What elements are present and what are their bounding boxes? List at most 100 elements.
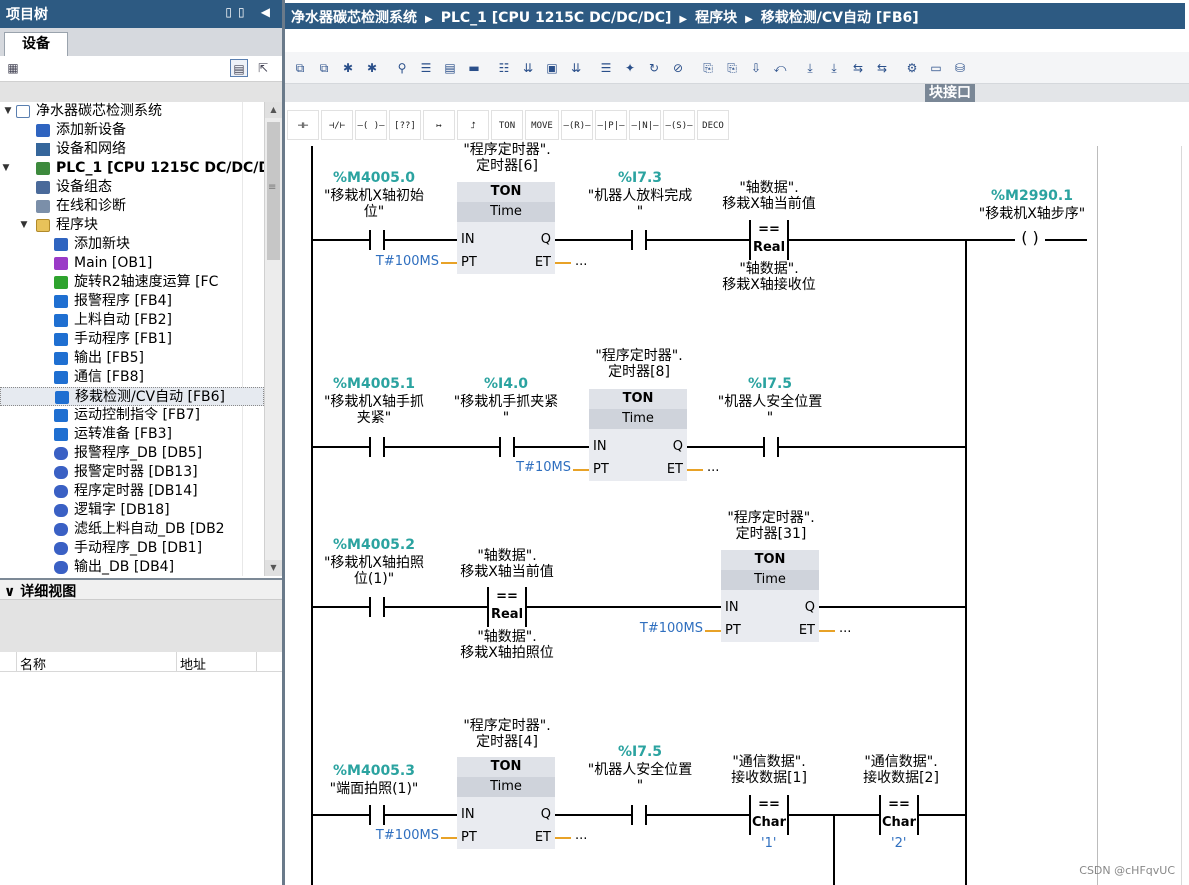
toolbar-icon[interactable]: ✦	[621, 59, 639, 77]
n2-contact2-left-plate[interactable]	[499, 437, 501, 457]
tree-expand-icon[interactable]: ▼	[18, 216, 30, 235]
column-address[interactable]: 地址	[180, 654, 206, 673]
n4-compare1-value[interactable]: '1'	[761, 836, 776, 851]
tree-item[interactable]: ▼ 净水器碳芯检测系统	[0, 102, 264, 121]
toolbar-icon[interactable]: ☷	[495, 59, 513, 77]
toolbar-icon[interactable]: ⚲	[393, 59, 411, 77]
n4-compare1-char[interactable]: == Char	[749, 795, 789, 835]
detail-view-toggle-icon[interactable]: ∨	[4, 584, 15, 600]
toolbar-icon[interactable]: ✱	[339, 59, 357, 77]
toolbar-icon[interactable]: ⎘	[699, 59, 717, 77]
tree-item[interactable]: 通信 [FB8]	[0, 368, 264, 387]
n2-contact3-left-plate[interactable]	[763, 437, 765, 457]
tree-item[interactable]: 报警定时器 [DB13]	[0, 463, 264, 482]
toolbar-icon[interactable]: ↻	[645, 59, 663, 77]
toolbar-icon[interactable]: ⧉	[315, 59, 333, 77]
tree-item[interactable]: 运转准备 [FB3]	[0, 425, 264, 444]
tree-item[interactable]: 输出_DB [DB4]	[0, 558, 264, 576]
panel-collapse-icon[interactable]: ▯▯ ◀	[225, 5, 276, 19]
toolbar-icon[interactable]: ⛁	[951, 59, 969, 77]
column-name[interactable]: 名称	[20, 654, 46, 673]
tab-devices[interactable]: 设备	[4, 32, 68, 56]
breadcrumb-block[interactable]: 移栽检测/CV自动 [FB6]	[761, 10, 919, 26]
n4-contact2-left-plate[interactable]	[631, 805, 633, 825]
tree-item[interactable]: ▼ 程序块	[0, 216, 264, 235]
toolbar-icon[interactable]: ⤓	[801, 59, 819, 77]
tree-item[interactable]: Main [OB1]	[0, 254, 264, 273]
tree-expand-icon[interactable]: ▼	[0, 159, 12, 178]
ladder-button[interactable]: TON	[491, 110, 523, 140]
tree-item[interactable]: 报警程序_DB [DB5]	[0, 444, 264, 463]
toolbar-icon[interactable]: ⊘	[669, 59, 687, 77]
n1-pt-value[interactable]: T#100MS	[365, 254, 439, 269]
ladder-button[interactable]: –(R)–	[561, 110, 593, 140]
ladder-button[interactable]: –|N|–	[629, 110, 661, 140]
toolbar-icon[interactable]: ▭	[927, 59, 945, 77]
n3-compare-real[interactable]: == Real	[487, 587, 527, 627]
export-icon[interactable]: ⇱	[254, 59, 272, 77]
n1-output-coil[interactable]: ( )	[1015, 229, 1045, 249]
n2-pt-value[interactable]: T#10MS	[497, 460, 571, 475]
toolbar-icon[interactable]: ▤	[441, 59, 459, 77]
ladder-button[interactable]: –|P|–	[595, 110, 627, 140]
tree-item[interactable]: 旋转R2轴速度运算 [FC	[0, 273, 264, 292]
toolbar-icon[interactable]: ⇊	[567, 59, 585, 77]
breadcrumb-plc[interactable]: PLC_1 [CPU 1215C DC/DC/DC]	[441, 10, 672, 26]
n4-pt-value[interactable]: T#100MS	[365, 828, 439, 843]
n3-pt-value[interactable]: T#100MS	[629, 621, 703, 636]
n2-et-value[interactable]: ...	[707, 460, 719, 475]
tree-item[interactable]: 设备组态	[0, 178, 264, 197]
n2-contact1-left-plate[interactable]	[369, 437, 371, 457]
toolbar-icon[interactable]: ⎘	[723, 59, 741, 77]
tree-item[interactable]: 设备和网络	[0, 140, 264, 159]
breadcrumb-program-blocks[interactable]: 程序块	[695, 10, 737, 26]
tree-item[interactable]: 输出 [FB5]	[0, 349, 264, 368]
ladder-button[interactable]: ⊣/⊢	[321, 110, 353, 140]
n3-ton-timer-box[interactable]: TON Time IN Q PT ET	[721, 550, 819, 642]
add-icon[interactable]: ▦	[4, 59, 22, 77]
ladder-button[interactable]: [??]	[389, 110, 421, 140]
n1-ton-timer-box[interactable]: TON Time IN Q PT ET	[457, 182, 555, 274]
scroll-up-arrow-icon[interactable]: ▲	[265, 102, 282, 118]
tree-item[interactable]: 滤纸上料自动_DB [DB2	[0, 520, 264, 539]
tree-item[interactable]: 移栽检测/CV自动 [FB6]	[0, 387, 264, 406]
toolbar-icon[interactable]: ⇆	[849, 59, 867, 77]
n4-ton-timer-box[interactable]: TON Time IN Q PT ET	[457, 757, 555, 849]
tree-item[interactable]: 手动程序_DB [DB1]	[0, 539, 264, 558]
toolbar-icon[interactable]: ⚙	[903, 59, 921, 77]
tree-item[interactable]: 添加新设备	[0, 121, 264, 140]
scroll-down-arrow-icon[interactable]: ▼	[265, 560, 282, 576]
toolbar-icon[interactable]: ⇩	[747, 59, 765, 77]
toolbar-icon[interactable]: ☰	[417, 59, 435, 77]
ladder-button[interactable]: DECO	[697, 110, 729, 140]
ladder-button[interactable]: –( )–	[355, 110, 387, 140]
toolbar-icon[interactable]: ▬	[465, 59, 483, 77]
ladder-button[interactable]: –(S)–	[663, 110, 695, 140]
tree-item[interactable]: 在线和诊断	[0, 197, 264, 216]
n4-contact1-left-plate[interactable]	[369, 805, 371, 825]
ladder-button[interactable]: ⊣⊢	[287, 110, 319, 140]
overview-icon[interactable]: ▤	[230, 59, 248, 77]
toolbar-icon[interactable]: ⇆	[873, 59, 891, 77]
tree-item[interactable]: 上料自动 [FB2]	[0, 311, 264, 330]
tree-item[interactable]: 添加新块	[0, 235, 264, 254]
n1-et-value[interactable]: ...	[575, 254, 587, 269]
n4-compare2-value[interactable]: '2'	[891, 836, 906, 851]
tree-expand-icon[interactable]: ▼	[2, 102, 14, 121]
n1-compare-real[interactable]: == Real	[749, 220, 789, 260]
block-interface-bar[interactable]: 块接口	[285, 84, 1189, 102]
n4-et-value[interactable]: ...	[575, 828, 587, 843]
toolbar-icon[interactable]: ⧉	[291, 59, 309, 77]
ladder-button[interactable]: MOVE	[525, 110, 559, 140]
tree-item[interactable]: 手动程序 [FB1]	[0, 330, 264, 349]
toolbar-icon[interactable]: ✱	[363, 59, 381, 77]
toolbar-icon[interactable]: ⤓	[825, 59, 843, 77]
n1-contact1-left-plate[interactable]	[369, 230, 371, 250]
toolbar-icon[interactable]: ⇊	[519, 59, 537, 77]
n3-et-value[interactable]: ...	[839, 621, 851, 636]
tree-scrollbar[interactable]: ▲ ≡ ▼	[264, 102, 282, 576]
block-interface-label[interactable]: 块接口	[925, 84, 975, 102]
breadcrumb-project[interactable]: 净水器碳芯检测系统	[291, 10, 417, 26]
ladder-button[interactable]: ↦	[423, 110, 455, 140]
ladder-button[interactable]: ⮥	[457, 110, 489, 140]
